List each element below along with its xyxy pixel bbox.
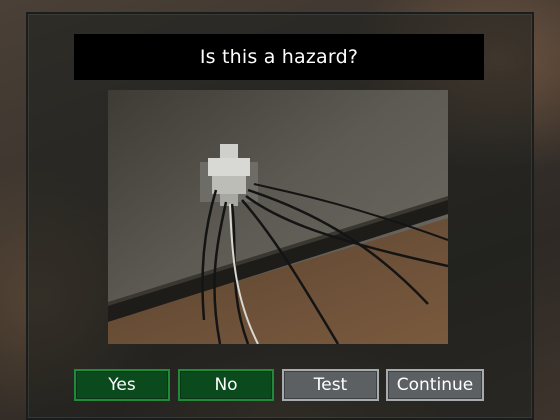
yes-button[interactable]: Yes (74, 369, 170, 401)
no-button[interactable]: No (178, 369, 274, 401)
question-bar: Is this a hazard? (74, 34, 484, 80)
question-text: Is this a hazard? (199, 46, 359, 68)
test-button[interactable]: Test (282, 369, 379, 401)
continue-button[interactable]: Continue (386, 369, 484, 401)
hazard-scene-image (108, 90, 448, 344)
